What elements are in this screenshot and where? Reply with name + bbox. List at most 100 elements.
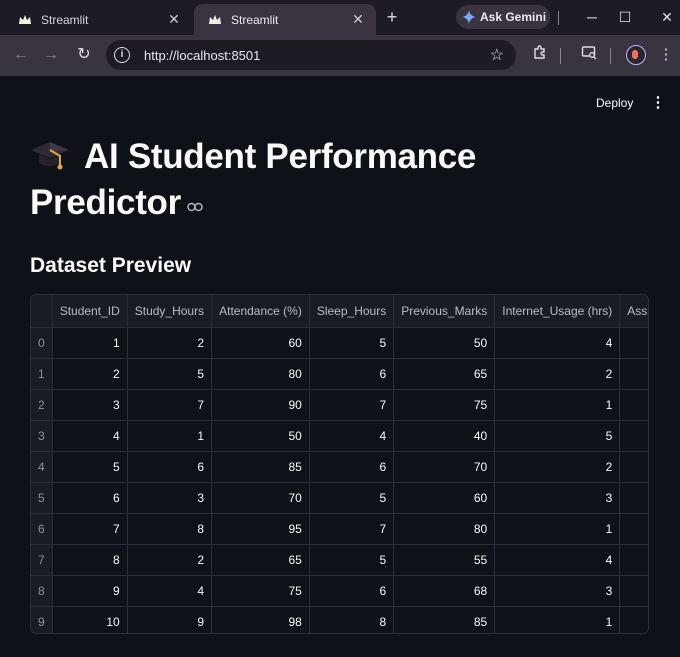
table-cell[interactable]	[619, 389, 648, 421]
table-cell[interactable]: 70	[393, 451, 496, 483]
table-cell[interactable]: 1	[494, 513, 621, 545]
table-cell[interactable]: 3	[494, 575, 621, 607]
table-cell[interactable]: 1	[494, 606, 621, 633]
table-cell[interactable]: 90	[211, 389, 310, 421]
table-cell[interactable]: 10	[52, 606, 128, 633]
table-cell[interactable]: 65	[393, 358, 496, 390]
table-cell[interactable]: 3	[494, 482, 621, 514]
table-cell[interactable]: 3	[127, 482, 213, 514]
bookmark-star-icon[interactable]: ☆	[490, 45, 504, 65]
table-cell[interactable]	[619, 358, 648, 390]
forward-arrow-icon[interactable]: →	[40, 44, 62, 66]
table-cell[interactable]: 5	[52, 451, 128, 483]
table-cell[interactable]: 85	[211, 451, 310, 483]
table-cell[interactable]: 60	[211, 327, 310, 359]
table-cell[interactable]: 4	[494, 327, 621, 359]
table-cell[interactable]: 9	[52, 575, 128, 607]
row-index-cell[interactable]: 9	[31, 606, 53, 633]
table-cell[interactable]: 5	[309, 327, 395, 359]
table-cell[interactable]: 6	[309, 451, 395, 483]
table-cell[interactable]	[619, 575, 648, 607]
table-cell[interactable]: 4	[127, 575, 213, 607]
table-cell[interactable]: 6	[127, 451, 213, 483]
table-cell[interactable]: 8	[52, 544, 128, 576]
column-header[interactable]: Internet_Usage (hrs)	[494, 295, 621, 328]
row-index-cell[interactable]: 3	[31, 420, 53, 452]
table-cell[interactable]: 50	[211, 420, 310, 452]
table-cell[interactable]: 2	[127, 544, 213, 576]
table-cell[interactable]: 9	[127, 606, 213, 633]
maximize-icon[interactable]: ☐	[613, 6, 637, 28]
table-cell[interactable]: 2	[494, 358, 621, 390]
row-index-cell[interactable]: 0	[31, 327, 53, 359]
reload-icon[interactable]: ↻	[73, 44, 95, 66]
table-cell[interactable]	[619, 327, 648, 359]
deploy-button[interactable]: Deploy	[596, 94, 633, 112]
table-cell[interactable]: 5	[494, 420, 621, 452]
table-cell[interactable]: 2	[494, 451, 621, 483]
row-index-cell[interactable]: 7	[31, 544, 53, 576]
ask-gemini-button[interactable]: Ask Gemini	[456, 5, 550, 29]
table-cell[interactable]: 50	[393, 327, 496, 359]
table-cell[interactable]: 2	[127, 327, 213, 359]
table-cell[interactable]: 68	[393, 575, 496, 607]
table-cell[interactable]	[619, 606, 648, 633]
table-cell[interactable]: 7	[52, 513, 128, 545]
profile-avatar[interactable]	[626, 45, 646, 65]
table-cell[interactable]: 5	[309, 482, 395, 514]
table-cell[interactable]: 8	[309, 606, 395, 633]
table-cell[interactable]: 1	[52, 327, 128, 359]
row-index-cell[interactable]: 5	[31, 482, 53, 514]
close-icon[interactable]: ✕	[166, 11, 182, 28]
table-cell[interactable]: 7	[127, 389, 213, 421]
row-index-cell[interactable]: 6	[31, 513, 53, 545]
table-cell[interactable]: 3	[52, 389, 128, 421]
back-arrow-icon[interactable]: ←	[10, 44, 32, 66]
table-cell[interactable]: 8	[127, 513, 213, 545]
table-cell[interactable]: 1	[127, 420, 213, 452]
table-cell[interactable]: 2	[52, 358, 128, 390]
row-index-cell[interactable]: 8	[31, 575, 53, 607]
table-cell[interactable]	[619, 482, 648, 514]
link-icon[interactable]	[187, 202, 203, 212]
window-close-icon[interactable]: ✕	[655, 6, 679, 28]
browser-tab-2[interactable]: Streamlit ✕	[194, 4, 376, 35]
row-index-cell[interactable]: 1	[31, 358, 53, 390]
row-index-cell[interactable]: 2	[31, 389, 53, 421]
table-cell[interactable]: 85	[393, 606, 496, 633]
kebab-menu-icon[interactable]: ⋮	[655, 44, 677, 66]
table-cell[interactable]: 5	[127, 358, 213, 390]
table-cell[interactable]: 60	[393, 482, 496, 514]
table-cell[interactable]: 4	[52, 420, 128, 452]
column-header[interactable]: Sleep_Hours	[309, 295, 395, 328]
table-cell[interactable]	[619, 544, 648, 576]
table-cell[interactable]: 70	[211, 482, 310, 514]
column-header[interactable]: Study_Hours	[127, 295, 213, 328]
table-cell[interactable]	[619, 420, 648, 452]
table-cell[interactable]	[619, 451, 648, 483]
close-icon[interactable]: ✕	[350, 11, 366, 28]
new-tab-button[interactable]: +	[382, 7, 402, 27]
table-cell[interactable]: 7	[309, 389, 395, 421]
table-cell[interactable]: 80	[211, 358, 310, 390]
table-cell[interactable]: 98	[211, 606, 310, 633]
browser-tab-1[interactable]: Streamlit ✕	[4, 4, 192, 35]
cast-search-icon[interactable]	[578, 44, 600, 66]
table-cell[interactable]: 75	[393, 389, 496, 421]
table-cell[interactable]: 6	[309, 358, 395, 390]
site-info-icon[interactable]: i	[114, 47, 130, 63]
column-header[interactable]: Attendance (%)	[211, 295, 310, 328]
table-cell[interactable]: 65	[211, 544, 310, 576]
table-cell[interactable]: 7	[309, 513, 395, 545]
table-cell[interactable]: 75	[211, 575, 310, 607]
table-cell[interactable]: 6	[309, 575, 395, 607]
table-cell[interactable]: 4	[494, 544, 621, 576]
table-cell[interactable]: 5	[309, 544, 395, 576]
dataset-table[interactable]: Student_ID Study_Hours Attendance (%) Sl…	[30, 294, 649, 634]
table-cell[interactable]: 80	[393, 513, 496, 545]
url-text[interactable]: http://localhost:8501	[144, 48, 490, 63]
table-cell[interactable]: 4	[309, 420, 395, 452]
extensions-puzzle-icon[interactable]	[529, 44, 551, 66]
table-cell[interactable]: 6	[52, 482, 128, 514]
main-menu-icon[interactable]: ⋮	[650, 94, 666, 112]
